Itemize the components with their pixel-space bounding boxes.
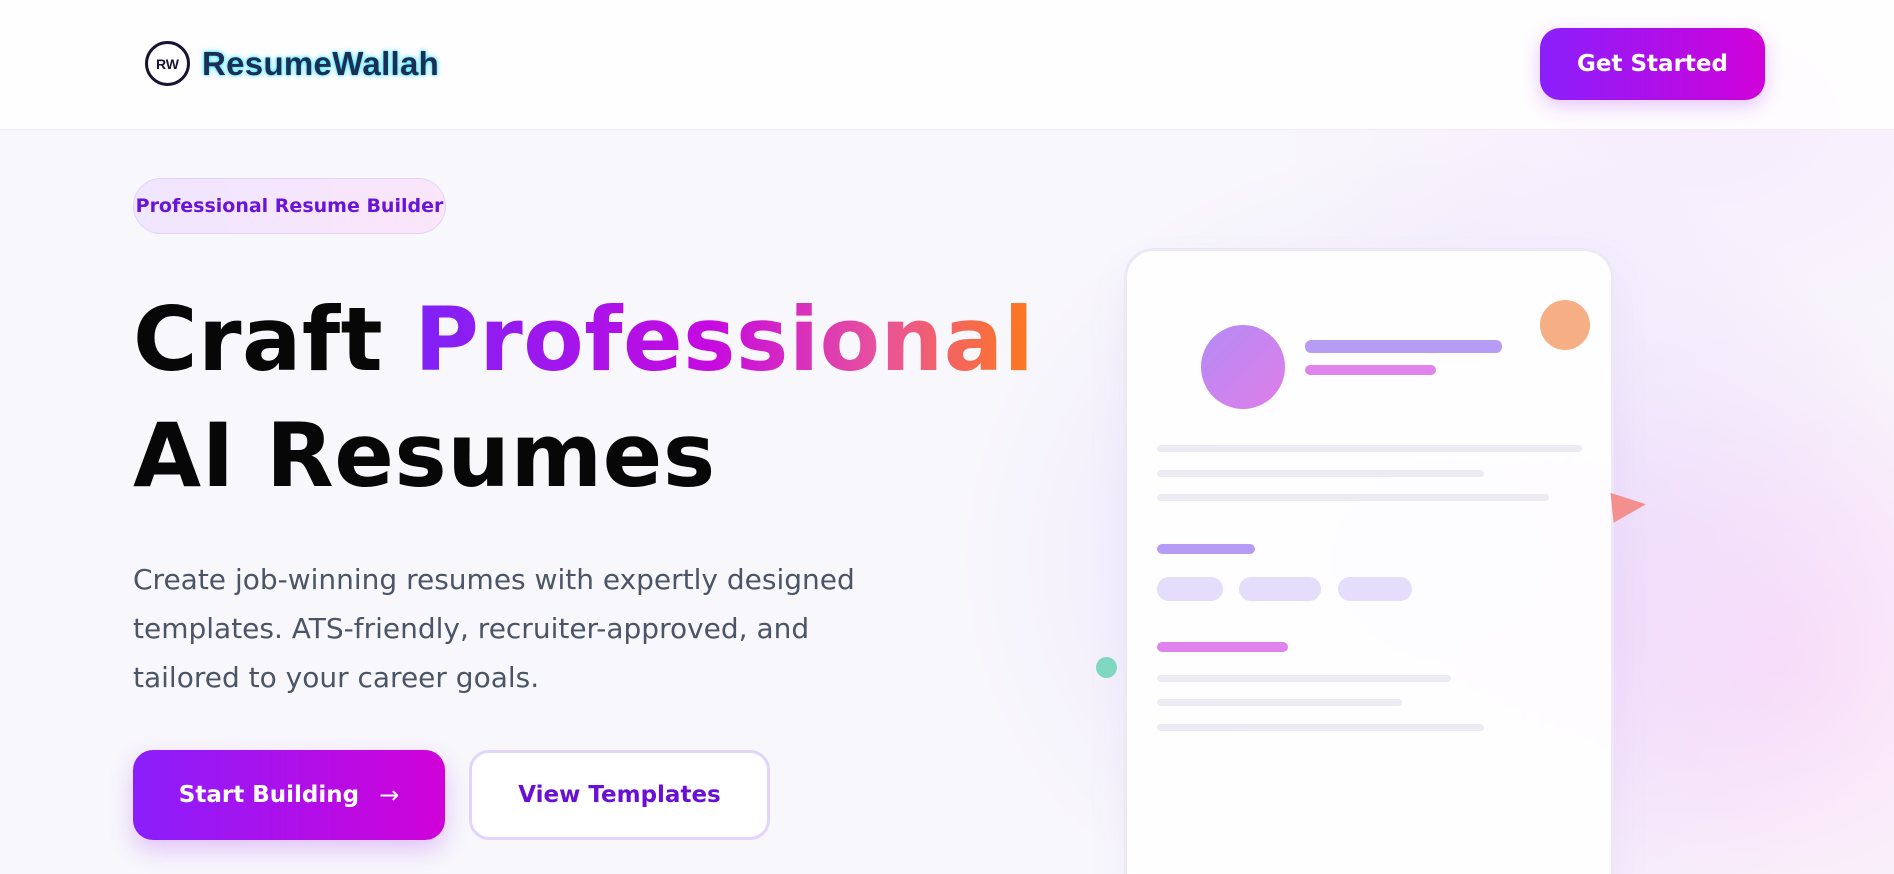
skill-chip-placeholder	[1338, 577, 1412, 601]
start-building-label: Start Building	[178, 782, 360, 808]
get-started-button[interactable]: Get Started	[1540, 28, 1765, 100]
text-line-placeholder	[1157, 470, 1484, 477]
title-line-placeholder	[1305, 365, 1436, 375]
headline-part1: Craft	[133, 288, 415, 391]
decorative-teal-dot	[1096, 657, 1117, 678]
skill-chip-placeholder	[1157, 577, 1223, 601]
headline-accent: Professional	[414, 288, 1035, 391]
text-line-placeholder	[1157, 494, 1549, 501]
section-heading-placeholder	[1157, 642, 1288, 652]
text-line-placeholder	[1157, 699, 1402, 706]
name-line-placeholder	[1305, 340, 1502, 353]
view-templates-button[interactable]: View Templates	[469, 750, 770, 840]
text-line-placeholder	[1157, 724, 1484, 731]
decorative-orange-circle	[1540, 300, 1590, 350]
hero-subtext: Create job-winning resumes with expertly…	[133, 563, 855, 694]
text-line-placeholder	[1157, 445, 1582, 452]
avatar-placeholder	[1201, 325, 1285, 409]
section-heading-placeholder	[1157, 544, 1255, 554]
logo-badge-icon: RW	[145, 41, 190, 86]
hero-headline: Craft Professional AI Resumes	[133, 282, 1034, 514]
brand-name: ResumeWallah	[202, 44, 440, 82]
site-header: RW ResumeWallah Get Started	[0, 0, 1894, 130]
logo[interactable]: RW ResumeWallah	[145, 41, 439, 86]
text-line-placeholder	[1157, 675, 1451, 682]
start-building-button[interactable]: Start Building →	[133, 750, 445, 840]
resume-preview-illustration	[1124, 248, 1614, 874]
arrow-right-icon: →	[379, 781, 400, 809]
skill-chip-placeholder	[1239, 577, 1321, 601]
headline-line2: AI Resumes	[133, 404, 716, 507]
decorative-triangle-icon	[1610, 489, 1648, 523]
feature-badge: Professional Resume Builder	[133, 178, 446, 234]
hero-section: Professional Resume Builder Craft Profes…	[0, 0, 1894, 874]
